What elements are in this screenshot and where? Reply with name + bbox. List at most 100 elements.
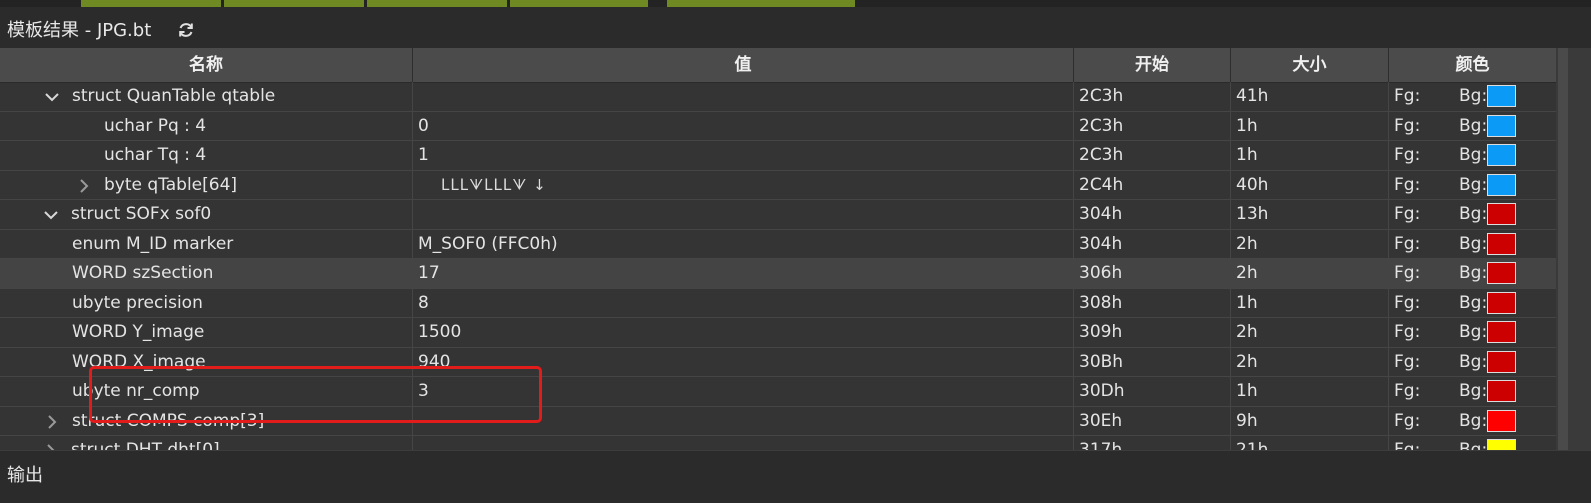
cell-name: struct QuanTable qtable [0,82,413,111]
table-row[interactable]: WORD Y_image 1500 309h 2h Fg: Bg: [0,318,1556,348]
template-results-header: 模板结果 - JPG.bt [0,7,1591,48]
cell-size: 2h [1231,259,1389,288]
background-color-swatch[interactable] [1487,380,1516,402]
output-panel: 输出 [0,450,1591,503]
background-color-swatch[interactable] [1487,173,1516,196]
cell-color: Fg: Bg: [1389,171,1556,200]
fg-label: Fg: [1394,233,1421,254]
bg-label: Bg: [1459,233,1488,254]
cell-name: struct SOFx sof0 [0,200,413,229]
chevron-down-icon[interactable] [43,207,59,223]
cell-color: Fg: Bg: [1389,259,1556,288]
cell-color: Fg: Bg: [1389,82,1556,111]
cell-start: 304h [1074,229,1231,259]
cell-size: 2h [1231,347,1389,377]
background-color-swatch[interactable] [1487,291,1516,314]
table-row[interactable]: struct DHT dht[0] 317h 21h Fg: Bg: [0,436,1556,450]
row-name-label: uchar Tq : 4 [104,145,207,165]
fg-label: Fg: [1394,410,1421,431]
tab-indicator[interactable] [81,0,221,7]
table-row[interactable]: uchar Tq : 4 1 2C3h 1h Fg: Bg: [0,141,1556,171]
cell-start: 2C4h [1074,170,1231,200]
fg-label: Fg: [1394,145,1421,165]
cell-value[interactable] [413,82,1074,111]
cell-value[interactable]: 1500 [413,318,1074,347]
cell-color: Fg: Bg: [1389,230,1556,259]
tab-indicator[interactable] [510,0,648,7]
table-row[interactable]: enum M_ID marker M_SOF0 (FFC0h) 304h 2h Fg: B… [0,229,1556,259]
table-row[interactable]: uchar Pq : 4 0 2C3h 1h Fg: Bg: [0,111,1556,141]
cell-color: Fg: Bg: [1389,200,1556,229]
cell-size: 2h [1231,229,1389,259]
column-header-name[interactable]: 名称 [0,48,413,82]
column-header-start[interactable]: 开始 [1074,48,1231,82]
chevron-right-icon[interactable] [76,178,92,194]
column-header-size[interactable]: 大小 [1231,48,1389,82]
column-header-value[interactable]: 值 [413,48,1074,82]
table-row[interactable]: struct QuanTable qtable 2C3h 41h Fg: Bg: [0,82,1556,112]
row-name-label: uchar Pq : 4 [104,115,207,136]
chevron-right-icon[interactable] [44,414,60,430]
cell-size: 13h [1231,200,1389,229]
column-header-color[interactable]: 颜色 [1389,48,1556,82]
cell-color: Fg: Bg: [1389,289,1556,318]
cell-size: 2h [1231,318,1389,347]
cell-start: 317h [1074,436,1231,450]
bg-label: Bg: [1459,145,1488,165]
highlight-annotation [89,366,542,423]
top-tab-strip [0,0,1591,7]
background-color-swatch[interactable] [1487,114,1516,137]
chevron-down-icon[interactable] [44,89,60,105]
cell-start: 304h [1074,200,1231,229]
cell-name: WORD Y_image [0,318,413,347]
cell-value[interactable] [413,436,1074,450]
cell-value[interactable]: ᒪᒪᒪᗐᒪᒪᒪᗐ ↓ [413,170,1074,200]
template-results-table: 名称 值 开始 大小 颜色 struct QuanTable qtable 2C3… [0,48,1556,450]
background-color-swatch[interactable] [1487,85,1516,107]
table-row[interactable]: byte qTable[64] ᒪᒪᒪᗐᒪᒪᒪᗐ ↓ 2C4h 40h Fg: Bg: [0,170,1556,200]
cell-value[interactable]: M_SOF0 (FFC0h) [413,229,1074,259]
background-color-swatch[interactable] [1487,232,1516,255]
cell-start: 306h [1074,259,1231,288]
vertical-scrollbar[interactable] [1556,48,1591,450]
table-row[interactable]: ubyte precision 8 308h 1h Fg: Bg: [0,288,1556,318]
cell-value[interactable]: 1 [413,141,1074,170]
row-name-label: WORD szSection [72,263,214,283]
cell-size: 1h [1231,288,1389,318]
background-color-swatch[interactable] [1487,321,1516,343]
bg-label: Bg: [1459,86,1488,106]
background-color-swatch[interactable] [1487,203,1516,225]
bg-label: Bg: [1459,174,1488,195]
cell-color: Fg: Bg: [1389,436,1556,450]
cell-color: Fg: Bg: [1389,318,1556,347]
background-color-swatch[interactable] [1487,409,1516,432]
tab-indicator[interactable] [667,0,855,7]
cell-value[interactable]: 0 [413,111,1074,141]
table-row[interactable]: WORD szSection 17 306h 2h Fg: Bg: [0,259,1556,289]
table-header: 名称 值 开始 大小 颜色 [0,48,1556,83]
refresh-icon[interactable] [176,20,196,40]
tab-indicator[interactable] [224,0,364,7]
cell-size: 1h [1231,377,1389,406]
tab-indicator[interactable] [367,0,507,7]
background-color-swatch[interactable] [1487,350,1516,373]
row-name-label: ubyte precision [72,292,203,313]
cell-name: WORD szSection [0,259,413,288]
background-color-swatch[interactable] [1487,262,1516,284]
chevron-right-icon[interactable] [43,443,59,450]
scrollbar-thumb[interactable] [1558,48,1568,450]
output-panel-label[interactable]: 输出 [7,461,43,487]
cell-size: 1h [1231,141,1389,170]
cell-start: 308h [1074,288,1231,318]
cell-start: 2C3h [1074,82,1231,111]
cell-name: enum M_ID marker [0,229,413,259]
cell-value[interactable]: 17 [413,259,1074,288]
bg-label: Bg: [1459,115,1488,136]
table-row[interactable]: struct SOFx sof0 304h 13h Fg: Bg: [0,200,1556,230]
background-color-swatch[interactable] [1487,439,1516,450]
bg-label: Bg: [1459,351,1488,372]
background-color-swatch[interactable] [1487,144,1516,166]
cell-value[interactable]: 8 [413,288,1074,318]
bg-label: Bg: [1459,292,1488,313]
cell-value[interactable] [413,200,1074,229]
